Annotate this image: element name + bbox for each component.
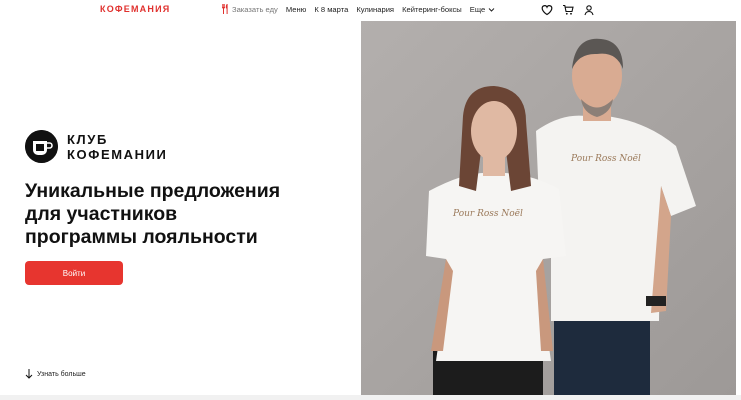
loyalty-club-logo: КЛУБ КОФЕМАНИИ	[25, 130, 168, 163]
learn-more-link[interactable]: Узнать больше	[25, 369, 86, 379]
nav-catering-boxes[interactable]: Кейтеринг-боксы	[402, 5, 462, 14]
brand-logo[interactable]: КОФЕМАНИЯ	[100, 4, 170, 14]
club-line2: КОФЕМАНИИ	[67, 146, 168, 162]
headline-line3: программы лояльности	[25, 226, 258, 248]
fork-knife-icon	[221, 4, 229, 14]
nav-more[interactable]: Еще	[470, 5, 495, 14]
nav-order-food-label: Заказать еду	[232, 4, 278, 14]
hero-photo: Pour Ross Noël Pour Ross Noël	[361, 21, 736, 395]
learn-more-label: Узнать больше	[37, 370, 86, 378]
login-button[interactable]: Войти	[25, 261, 123, 285]
club-name: КЛУБ КОФЕМАНИИ	[67, 132, 168, 162]
nav-catering-label: Кейтеринг-боксы	[402, 4, 462, 14]
header-actions	[541, 3, 595, 16]
nav-culinary[interactable]: Кулинария	[356, 5, 394, 14]
nav-order-food[interactable]: Заказать еду	[221, 4, 278, 14]
nav-march-8[interactable]: К 8 марта	[314, 5, 348, 14]
chevron-down-icon	[488, 6, 495, 13]
site-header: КОФЕМАНИЯ Заказать еду Меню К 8 марта Ку…	[0, 0, 741, 20]
arrow-down-icon	[25, 369, 33, 379]
nav-culinary-label: Кулинария	[356, 4, 395, 14]
bottom-divider	[0, 395, 741, 400]
nav-menu[interactable]: Меню	[286, 5, 307, 14]
headline-line1: Уникальные предложения	[25, 180, 281, 202]
headline-line2: для участников	[25, 203, 178, 225]
svg-text:Pour Ross Noël: Pour Ross Noël	[570, 154, 641, 164]
user-icon[interactable]	[583, 3, 595, 16]
cart-icon[interactable]	[562, 3, 574, 15]
heart-icon[interactable]	[541, 3, 553, 16]
nav-menu-label: Меню	[285, 4, 307, 14]
coffee-cup-icon	[25, 130, 58, 163]
hero-headline: Уникальные предложения для участников пр…	[25, 180, 355, 249]
nav-march-8-label: К 8 марта	[314, 4, 349, 14]
nav-more-label: Еще	[469, 4, 486, 14]
main-nav: Заказать еду Меню К 8 марта Кулинария Ке…	[221, 4, 495, 14]
svg-text:Pour Ross Noël: Pour Ross Noël	[452, 209, 523, 219]
club-line1: КЛУБ	[67, 131, 108, 147]
